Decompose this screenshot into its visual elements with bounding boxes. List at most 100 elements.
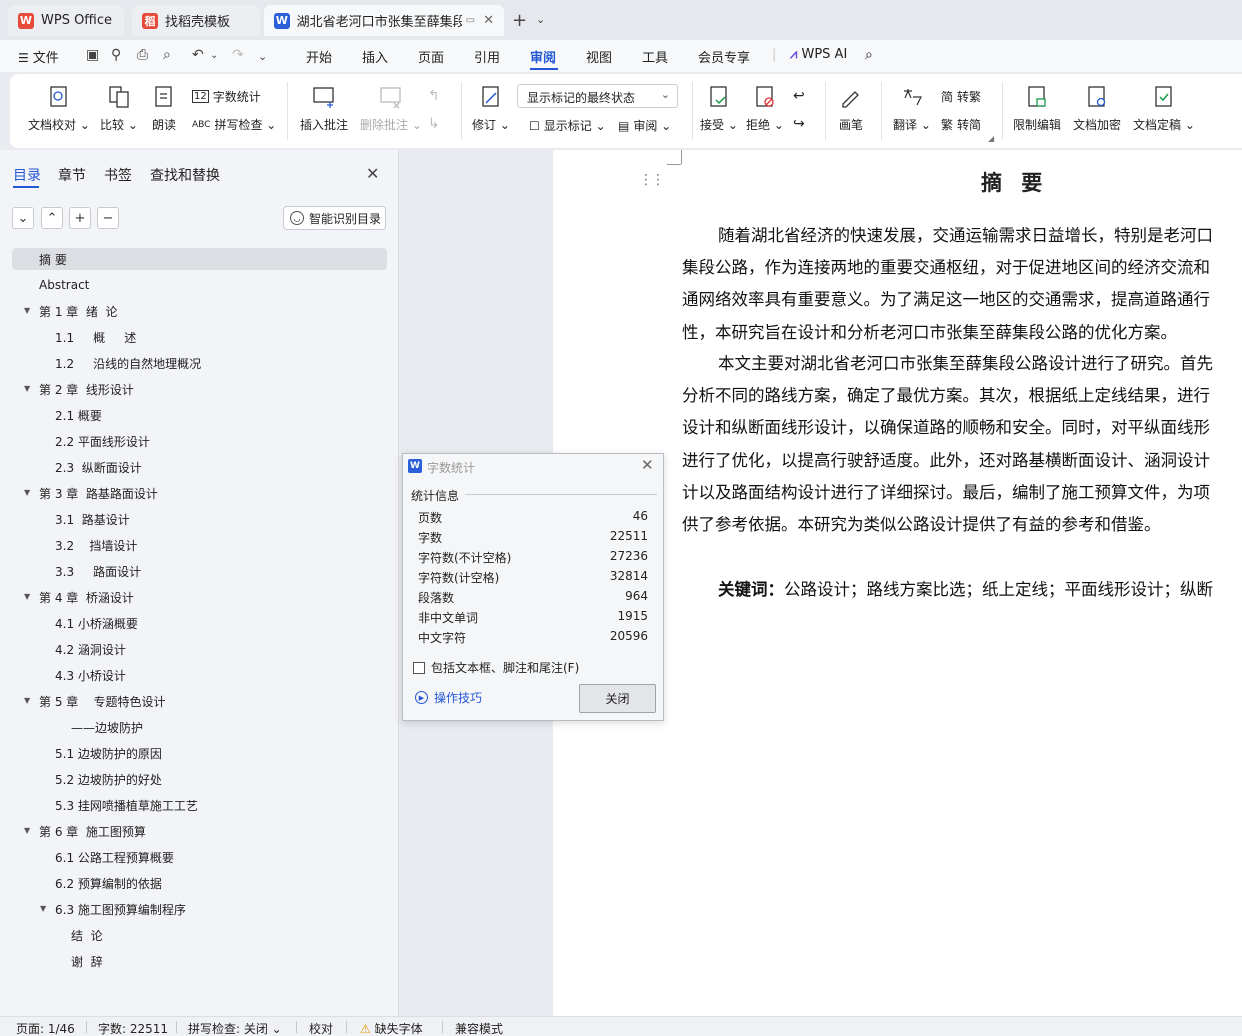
expand-toggle-icon[interactable]: ▼ [40,904,46,913]
tab-bookmarks[interactable]: 书签 [104,165,132,185]
doc-encrypt-button[interactable]: 文档加密 [1073,84,1121,133]
menu-member[interactable]: 会员专享 [698,47,750,66]
toc-item[interactable]: 谢 辞 [71,950,103,972]
toc-item[interactable]: 第 6 章 施工图预算 [39,820,146,842]
toc-item[interactable]: 4.2 涵洞设计 [55,638,126,660]
spell-check-indicator[interactable]: 拼写检查: 关闭 ⌄ [188,1020,282,1036]
track-changes-button[interactable]: 修订 ⌄ [472,84,510,133]
expand-toggle-icon[interactable]: ▼ [24,488,30,497]
include-textbox-checkbox[interactable]: 包括文本框、脚注和尾注(F) [413,659,579,676]
next-change-icon[interactable]: ↪ [793,116,805,132]
word-count-button[interactable]: 12 字数统计 [192,88,261,105]
tab-template[interactable]: 稻 找稻壳模板 [132,5,260,36]
tab-toc[interactable]: 目录 [13,165,41,185]
close-pane-icon[interactable]: ✕ [366,164,379,183]
missing-font-indicator[interactable]: ⚠ 缺失字体 [360,1020,423,1036]
checkbox-box[interactable] [413,661,425,674]
tab-sections[interactable]: 章节 [58,165,86,185]
dialog-close-button[interactable]: 关闭 [579,684,656,713]
expand-toggle-icon[interactable]: ▼ [24,826,30,835]
page-indicator[interactable]: 页面: 1/46 [16,1020,75,1036]
translate-button[interactable]: 翻译 ⌄ [893,84,931,133]
expand-toggle-icon[interactable]: ▼ [24,592,30,601]
save-icon[interactable]: ▣ [86,47,99,63]
smart-toc-button[interactable]: ◡ 智能识别目录 [283,206,386,230]
compare-button[interactable]: 比较 ⌄ [100,84,138,133]
toc-item[interactable]: 2.1 概要 [55,404,102,426]
undo-icon[interactable]: ↶ [192,47,204,63]
chevron-down-icon[interactable]: ⌄ [536,13,545,26]
undo-dropdown-icon[interactable]: ⌄ [210,50,218,61]
toc-item[interactable]: 4.3 小桥设计 [55,664,126,686]
tab-document[interactable]: W 湖北省老河口市张集至薛集段公 ▭ ✕ [264,5,504,36]
toc-item[interactable]: 5.3 挂网喷播植草施工工艺 [55,794,198,816]
menu-reference[interactable]: 引用 [474,47,500,66]
toc-item[interactable]: 第 1 章 绪 论 [39,300,118,322]
add-heading-button[interactable]: + [69,207,91,229]
toc-item[interactable]: 摘 要 [12,248,387,270]
tab-find-replace[interactable]: 查找和替换 [150,165,220,185]
toc-item[interactable]: 3.2 挡墙设计 [55,534,137,556]
toc-item[interactable]: 5.2 边坡防护的好处 [55,768,162,790]
toc-item[interactable]: 第 2 章 线形设计 [39,378,134,400]
close-tab-icon[interactable]: ✕ [483,13,494,28]
toc-item[interactable]: 3.3 路面设计 [55,560,141,582]
menu-start[interactable]: 开始 [306,47,332,66]
toc-item[interactable]: 3.1 路基设计 [55,508,130,530]
toc-item[interactable]: 第 5 章 专题特色设计 [39,690,166,712]
tips-link[interactable]: ▶ 操作技巧 [415,689,482,706]
toc-item[interactable]: 第 4 章 桥涵设计 [39,586,134,608]
expand-toggle-icon[interactable]: ▼ [24,306,30,315]
dialog-launcher-icon[interactable]: ◢ [988,134,994,143]
toc-item[interactable]: 1.2 沿线的自然地理概况 [55,352,201,374]
prev-change-icon[interactable]: ↩ [793,88,805,104]
word-count-indicator[interactable]: 字数: 22511 [98,1020,168,1036]
more-chevron-icon[interactable]: ⌄ [258,50,267,63]
spell-check-button[interactable]: ABC 拼写检查 ⌄ [192,116,276,133]
menu-view[interactable]: 视图 [586,47,612,66]
doc-check-button[interactable]: 文档校对 ⌄ [28,84,90,133]
menu-page[interactable]: 页面 [418,47,444,66]
toc-item[interactable]: 2.2 平面线形设计 [55,430,150,452]
to-traditional-button[interactable]: 简 转繁 [941,88,981,105]
drag-handle-icon[interactable]: ⋮⋮ [639,172,665,188]
toc-item[interactable]: 5.1 边坡防护的原因 [55,742,162,764]
to-simplified-button[interactable]: 繁 转简 [941,116,981,133]
remove-heading-button[interactable]: − [97,207,119,229]
read-aloud-button[interactable]: 朗读 [151,84,177,133]
search-icon[interactable]: ⌕ [865,47,873,63]
wps-ai-button[interactable]: ⩘ WPS AI [790,47,847,62]
proof-indicator[interactable]: 校对 [309,1020,333,1036]
toc-item[interactable]: 6.2 预算编制的依据 [55,872,162,894]
collapse-all-button[interactable]: ⌃ [41,207,63,229]
toc-item[interactable]: 2.3 纵断面设计 [55,456,142,478]
menu-insert[interactable]: 插入 [362,47,388,66]
expand-toggle-icon[interactable]: ▼ [24,384,30,393]
doc-finalize-button[interactable]: 文档定稿 ⌄ [1133,84,1195,133]
dialog-close-icon[interactable]: ✕ [641,456,654,474]
menu-review[interactable]: 审阅 [530,47,556,66]
toc-item[interactable]: 6.1 公路工程预算概要 [55,846,174,868]
toc-item[interactable]: Abstract [39,274,89,296]
accept-button[interactable]: 接受 ⌄ [700,84,738,133]
link-icon[interactable]: ⚲ [111,47,121,63]
file-menu[interactable]: ☰ 文件 [18,47,59,66]
menu-tools[interactable]: 工具 [642,47,668,66]
toc-item[interactable]: 4.1 小桥涵概要 [55,612,138,634]
new-tab-icon[interactable]: + [512,10,527,31]
toc-item[interactable]: 结 论 [71,924,103,946]
toc-item[interactable]: 第 3 章 路基路面设计 [39,482,158,504]
ink-button[interactable]: 画笔 [838,84,864,133]
reject-button[interactable]: 拒绝 ⌄ [746,84,784,133]
print-icon[interactable]: ⎙ [137,47,148,63]
restrict-edit-button[interactable]: 限制编辑 [1013,84,1061,133]
insert-comment-button[interactable]: 插入批注 [300,84,348,133]
expand-toggle-icon[interactable]: ▼ [24,696,30,705]
expand-all-button[interactable]: ⌄ [12,207,34,229]
tab-wps-office[interactable]: W WPS Office [8,5,124,36]
review-pane-button[interactable]: ▤ 审阅 ⌄ [618,117,671,134]
show-markup-button[interactable]: ☐ 显示标记 ⌄ [529,117,606,134]
toc-item[interactable]: 6.3 施工图预算编制程序 [55,898,186,920]
toc-item[interactable]: 1.1 概 述 [55,326,136,348]
print-preview-icon[interactable]: ⌕ [163,47,171,63]
